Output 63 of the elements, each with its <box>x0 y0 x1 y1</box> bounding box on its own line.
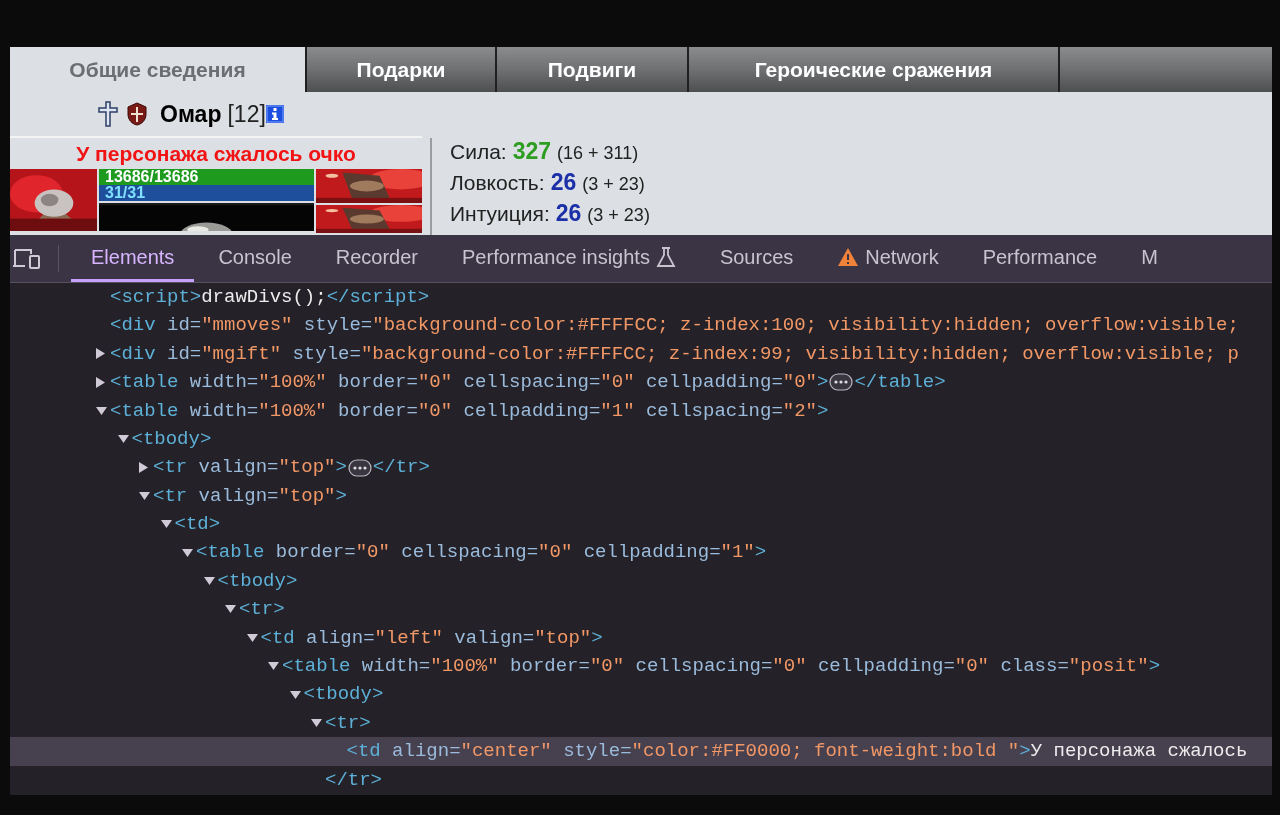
dom-node[interactable]: </tr> <box>325 765 382 795</box>
status-title: У персонажа сжалось очко <box>75 141 357 167</box>
caret-down-icon[interactable] <box>117 434 129 445</box>
caret-down-icon[interactable] <box>139 490 150 501</box>
devtools-tab[interactable]: M <box>1121 235 1178 282</box>
caret-down-icon[interactable] <box>160 519 172 530</box>
caret-down-icon[interactable] <box>311 718 322 729</box>
ellipsis-icon[interactable] <box>829 373 854 392</box>
dom-node[interactable]: <div id="mgift" style="background-color:#FFFFCC; z-index:99; visibility:hidden; overflow:visible; p <box>110 339 1239 369</box>
devtools-tab[interactable]: Recorder <box>315 235 439 282</box>
dom-node[interactable]: <tr> <box>239 595 285 624</box>
devtools-tab[interactable]: Network <box>817 235 959 282</box>
caret-down-icon[interactable] <box>203 576 215 587</box>
dom-node[interactable]: <tbody> <box>303 680 384 709</box>
dom-node[interactable]: <td> <box>174 510 221 539</box>
bar-reading: 13686/13686 <box>104 169 199 185</box>
dom-node[interactable]: <table width="100%" border="0" cellpadding="1" cellspacing="2"> <box>110 396 829 425</box>
stat-detail: (3 + 23) <box>582 173 645 196</box>
dom-node[interactable]: <td align="left" valign="top"> <box>260 623 603 653</box>
ellipsis-icon[interactable] <box>347 458 372 477</box>
dom-node[interactable]: <tr valign="top"> <box>153 481 347 511</box>
stat-label: Ловкость: <box>450 170 545 196</box>
tab[interactable]: Героические сражения <box>687 47 1058 92</box>
dom-node[interactable]: <tbody> <box>131 424 212 454</box>
caret-right-icon[interactable] <box>96 376 105 388</box>
dom-node[interactable]: <tr> <box>325 708 371 738</box>
dom-node[interactable]: <div id="mmoves" style="background-color:#FFFFCC; z-index:100; visibility:hidden; overflow:visible; <box>110 311 1239 340</box>
caret-down-icon[interactable] <box>268 661 279 672</box>
stat-value: 26 <box>555 199 582 228</box>
character-name: Омар <box>160 99 222 129</box>
caret-down-icon[interactable] <box>289 689 301 700</box>
dom-node[interactable]: <tbody> <box>217 566 298 596</box>
dom-node[interactable]: <table border="0" cellspacing="0" cellpadding="1"> <box>196 538 767 567</box>
caret-down-icon[interactable] <box>96 405 107 416</box>
flask-icon <box>655 246 676 268</box>
tab[interactable]: Подарки <box>305 47 495 92</box>
stat-label: Сила: <box>450 139 507 165</box>
stat-value: 327 <box>512 137 552 166</box>
tab[interactable]: Подвиги <box>495 47 687 92</box>
devtools-tab[interactable]: Console <box>198 235 312 282</box>
cross-icon <box>98 101 118 127</box>
shield-icon <box>126 102 148 126</box>
info-icon[interactable] <box>265 105 284 123</box>
dom-node[interactable]: <table width="100%" border="0" cellspacing="0" cellpadding="0"> </table> <box>110 368 946 397</box>
warning-icon <box>837 247 860 267</box>
caret-down-icon[interactable] <box>225 604 236 615</box>
character-level: [12] <box>227 99 266 129</box>
device-toolbar-icon[interactable] <box>12 247 42 270</box>
devtools-tab[interactable]: Sources <box>699 235 814 282</box>
dom-node[interactable]: <script>drawDivs();</script> <box>110 283 430 312</box>
caret-right-icon[interactable] <box>139 462 148 474</box>
devtools-tab[interactable]: Performance <box>962 235 1118 282</box>
dom-node[interactable]: <tr valign="top"> </tr> <box>153 453 430 482</box>
caret-down-icon[interactable] <box>182 547 193 558</box>
bar-reading: 31/31 <box>104 185 146 201</box>
stat-value: 26 <box>550 168 577 197</box>
stat-detail: (16 + 311) <box>557 142 639 165</box>
caret-right-icon[interactable] <box>96 348 105 360</box>
devtools-tab[interactable]: Performance insights <box>442 235 696 282</box>
stat-label: Интуиция: <box>450 201 550 227</box>
dom-node[interactable]: <table width="100%" border="0" cellspacing="0" cellpadding="0" class="posit"> <box>282 652 1161 681</box>
stat-detail: (3 + 23) <box>587 204 650 227</box>
caret-down-icon[interactable] <box>246 632 258 643</box>
